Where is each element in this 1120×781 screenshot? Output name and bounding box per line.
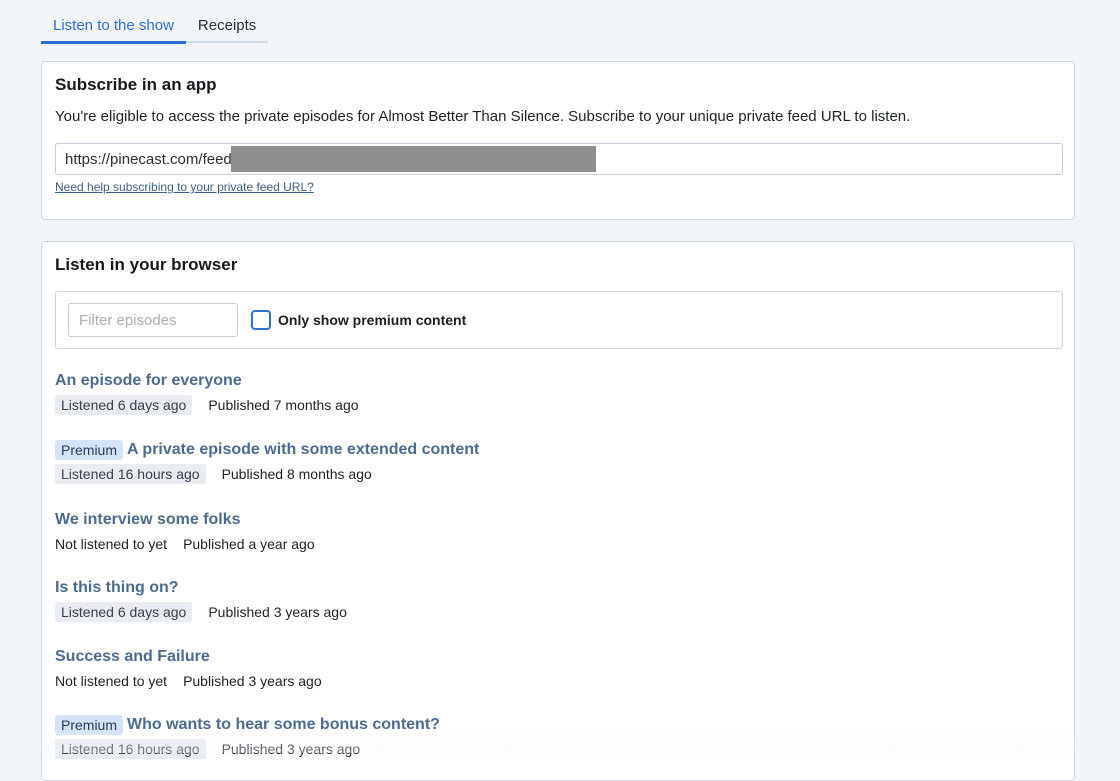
filter-panel: Only show premium content xyxy=(55,291,1063,349)
premium-badge: Premium xyxy=(55,440,124,460)
episode-title-link[interactable]: We interview some folks xyxy=(55,511,241,529)
list-item: An episode for everyone Listened 6 days … xyxy=(55,370,1055,416)
list-item: Premium Who wants to hear some bonus con… xyxy=(55,714,1055,760)
episode-title-link[interactable]: An episode for everyone xyxy=(55,372,242,390)
tab-listen[interactable]: Listen to the show xyxy=(41,12,186,44)
listened-badge: Listened 6 days ago xyxy=(55,602,193,622)
list-item: Is this thing on? Listened 6 days ago Pu… xyxy=(55,577,1055,623)
listened-badge: Listened 16 hours ago xyxy=(55,739,206,759)
subscribe-description: You're eligible to access the private ep… xyxy=(55,108,911,125)
published-date: Published 3 years ago xyxy=(208,604,347,620)
premium-badge: Premium xyxy=(55,715,124,735)
tab-receipts[interactable]: Receipts xyxy=(186,12,268,41)
episode-title-link[interactable]: Success and Failure xyxy=(55,648,210,666)
feed-url-text: https://pinecast.com/feed xyxy=(65,151,232,168)
premium-only-label[interactable]: Only show premium content xyxy=(278,312,466,328)
feed-url-redaction xyxy=(231,146,596,172)
subscribe-card: Subscribe in an app You're eligible to a… xyxy=(41,61,1075,220)
feed-url-field[interactable]: https://pinecast.com/feed xyxy=(55,143,1063,175)
episode-title-link[interactable]: A private episode with some extended con… xyxy=(127,441,479,459)
not-listened-status: Not listened to yet xyxy=(55,673,168,689)
list-item: We interview some folks Not listened to … xyxy=(55,509,1055,555)
episode-title-link[interactable]: Who wants to hear some bonus content? xyxy=(127,716,440,734)
premium-only-checkbox[interactable] xyxy=(251,310,271,330)
browser-card: Listen in your browser Only show premium… xyxy=(41,241,1075,781)
not-listened-status: Not listened to yet xyxy=(55,536,168,552)
tab-bar: Listen to the show Receipts xyxy=(41,12,269,44)
filter-episodes-input[interactable] xyxy=(68,303,238,337)
listened-badge: Listened 6 days ago xyxy=(55,395,193,415)
published-date: Published 3 years ago xyxy=(221,741,361,757)
listened-badge: Listened 16 hours ago xyxy=(55,464,206,484)
published-date: Published 8 months ago xyxy=(221,466,372,482)
published-date: Published 3 years ago xyxy=(183,673,322,689)
published-date: Published 7 months ago xyxy=(208,397,359,413)
list-item: Premium A private episode with some exte… xyxy=(55,439,1055,485)
subscribe-title: Subscribe in an app xyxy=(55,75,217,94)
list-item: Success and Failure Not listened to yet … xyxy=(55,646,1055,692)
browser-title: Listen in your browser xyxy=(55,255,238,274)
episode-title-link[interactable]: Is this thing on? xyxy=(55,579,179,597)
help-link[interactable]: Need help subscribing to your private fe… xyxy=(55,180,314,194)
published-date: Published a year ago xyxy=(183,536,315,552)
